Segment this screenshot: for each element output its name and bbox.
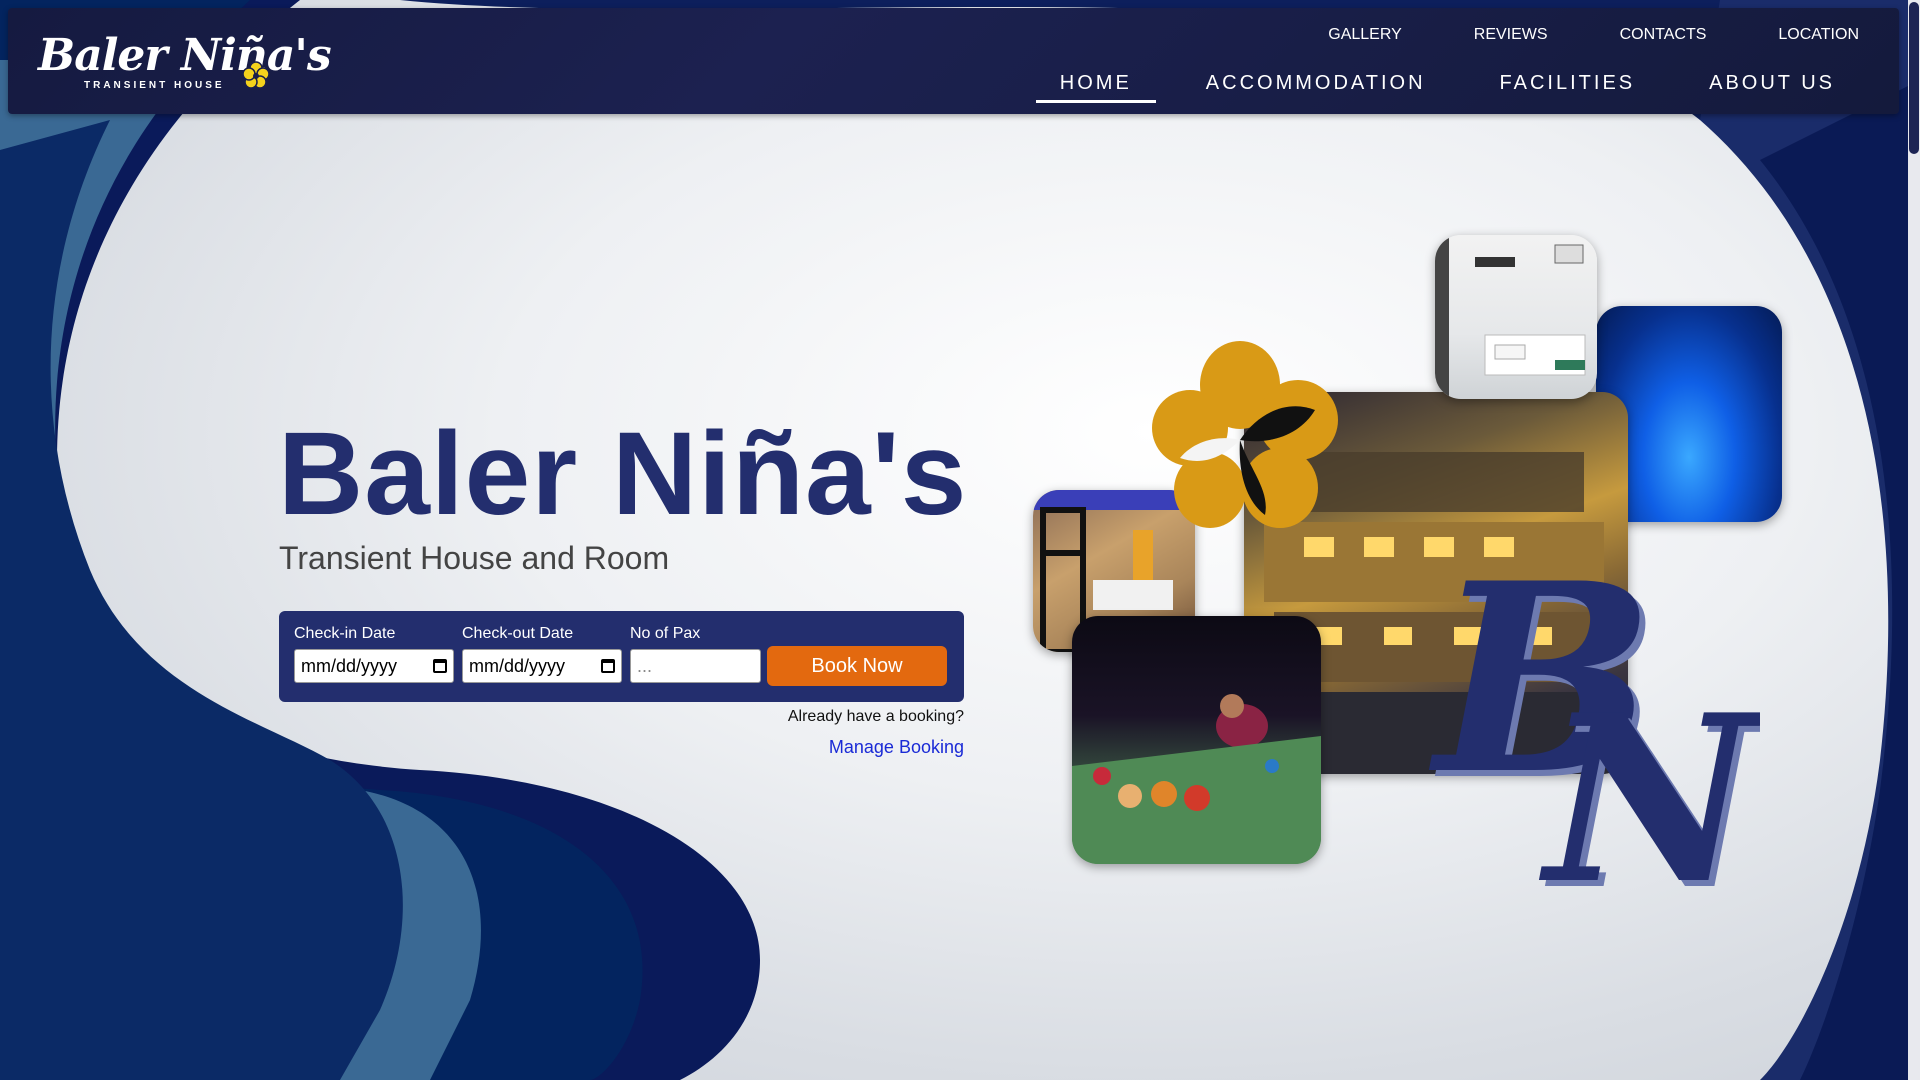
- nav-facilities[interactable]: FACILITIES: [1476, 68, 1660, 103]
- checkout-field: Check-out Date mm/dd/yyyy: [462, 625, 622, 683]
- scrollbar-thumb[interactable]: [1909, 2, 1919, 154]
- brand-logo[interactable]: Baler Niña's TRANSIENT HOUSE: [38, 30, 332, 100]
- checkout-label: Check-out Date: [462, 625, 574, 642]
- checkin-date-input[interactable]: mm/dd/yyyy: [294, 649, 454, 683]
- billiards-illustration: [1072, 694, 1321, 864]
- logo-wordmark: Baler Niña's: [38, 30, 332, 81]
- manage-booking-link[interactable]: Manage Booking: [700, 737, 964, 758]
- logo-tagline: TRANSIENT HOUSE: [84, 80, 225, 91]
- nav-home[interactable]: HOME: [1035, 68, 1156, 103]
- nav-location[interactable]: LOCATION: [1778, 26, 1859, 44]
- hero-subtitle: Transient House and Room: [279, 540, 670, 576]
- nav-reviews[interactable]: REVIEWS: [1474, 26, 1548, 44]
- booking-form: Check-in Date mm/dd/yyyy Check-out Date …: [279, 611, 964, 702]
- primary-nav: HOME ACCOMMODATION FACILITIES ABOUT US: [1010, 68, 1859, 103]
- checkin-date-value: mm/dd/yyyy: [301, 655, 398, 676]
- checkout-date-input[interactable]: mm/dd/yyyy: [462, 649, 622, 683]
- hero-title: Baler Niña's: [278, 408, 968, 540]
- book-now-button[interactable]: Book Now: [767, 646, 947, 686]
- hibiscus-flower-icon: [1152, 341, 1338, 528]
- existing-booking-text: Already have a booking?: [787, 708, 964, 725]
- calendar-icon[interactable]: [601, 659, 615, 673]
- checkin-label: Check-in Date: [294, 625, 396, 642]
- white-room-illustration: [1435, 235, 1586, 399]
- checkout-date-value: mm/dd/yyyy: [469, 655, 566, 676]
- nav-gallery[interactable]: GALLERY: [1328, 26, 1402, 44]
- svg-text:N: N: [1538, 665, 1760, 895]
- nav-contacts[interactable]: CONTACTS: [1620, 26, 1707, 44]
- bn-monogram: B B N N: [1427, 555, 1760, 895]
- hibiscus-flower-icon: [242, 61, 270, 89]
- pax-placeholder: ...: [637, 655, 653, 676]
- billiards-photo: [1072, 616, 1321, 864]
- calendar-icon[interactable]: [433, 659, 447, 673]
- pax-field: No of Pax ...: [630, 625, 761, 683]
- checkin-field: Check-in Date mm/dd/yyyy: [294, 625, 454, 683]
- site-header: Baler Niña's TRANSIENT HOUSE GALLERY REV…: [8, 8, 1899, 114]
- nav-accommodation[interactable]: ACCOMMODATION: [1182, 68, 1450, 103]
- room-photo-white: [1435, 235, 1597, 399]
- pax-input[interactable]: ...: [630, 649, 761, 683]
- page-scrollbar[interactable]: [1908, 0, 1920, 1080]
- pax-label: No of Pax: [630, 625, 701, 642]
- nav-about-us[interactable]: ABOUT US: [1685, 68, 1859, 103]
- secondary-nav: GALLERY REVIEWS CONTACTS LOCATION: [1328, 26, 1859, 44]
